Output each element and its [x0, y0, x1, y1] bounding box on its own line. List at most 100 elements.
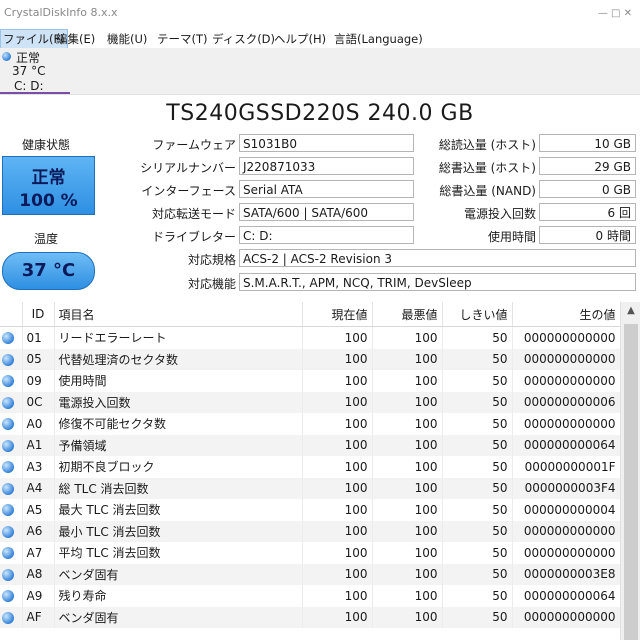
- table-row[interactable]: A8 ベンダ固有 100 100 50 0000000003E8: [0, 563, 621, 585]
- status-dot-icon: [0, 326, 23, 349]
- attr-id: A7: [22, 542, 55, 564]
- col-header-worst[interactable]: 最悪値: [372, 302, 443, 327]
- attr-current: 100: [302, 413, 373, 435]
- attr-name: 残り寿命: [54, 585, 303, 607]
- table-row[interactable]: A3 初期不良ブロック 100 100 50 00000000001F: [0, 456, 621, 478]
- table-row[interactable]: AF ベンダ固有 100 100 50 000000000000: [0, 606, 621, 628]
- col-header-id[interactable]: ID: [22, 302, 55, 327]
- power-hours-value: 0 時間: [539, 226, 636, 244]
- host-reads-label: 総読込量 (ホスト): [438, 138, 536, 152]
- nand-writes-label: 総書込量 (NAND): [439, 184, 536, 198]
- table-row[interactable]: A0 修復不可能セクタ数 100 100 50 000000000000: [0, 413, 621, 435]
- scroll-thumb[interactable]: [624, 324, 638, 640]
- table-row[interactable]: A4 総 TLC 消去回数 100 100 50 0000000003F4: [0, 477, 621, 499]
- attr-name: 予備領域: [54, 434, 303, 456]
- attr-name: 電源投入回数: [54, 391, 303, 413]
- drive-letter-label: ドライブレター: [151, 230, 236, 244]
- col-header-status[interactable]: [0, 302, 23, 327]
- health-label: 健康状態: [21, 138, 70, 152]
- attr-name: 平均 TLC 消去回数: [54, 542, 303, 564]
- attr-current: 100: [302, 391, 373, 413]
- attr-threshold: 50: [442, 348, 513, 370]
- menu-help[interactable]: ヘルプ(H): [274, 31, 326, 47]
- col-header-raw[interactable]: 生の値: [512, 302, 621, 327]
- table-row[interactable]: A5 最大 TLC 消去回数 100 100 50 000000000004: [0, 499, 621, 521]
- health-percent: 100 %: [19, 191, 78, 211]
- serial-label: シリアルナンバー: [140, 161, 236, 175]
- attr-threshold: 50: [442, 456, 513, 478]
- smart-table[interactable]: ID 項目名 現在値 最悪値 しきい値 生の値 01 リードエラーレート 100 10…: [0, 302, 640, 640]
- status-dot-icon: [0, 542, 23, 564]
- interface-value: Serial ATA: [239, 180, 414, 198]
- menu-function[interactable]: 機能(U): [107, 31, 147, 47]
- table-row[interactable]: A9 残り寿命 100 100 50 000000000064: [0, 585, 621, 607]
- scroll-up-icon[interactable]: ▲: [621, 305, 640, 316]
- nand-writes-value: 0 GB: [539, 180, 636, 198]
- menu-disk[interactable]: ディスク(D): [212, 31, 275, 47]
- col-header-attribute[interactable]: 項目名: [54, 302, 303, 327]
- menu-theme[interactable]: テーマ(T): [157, 31, 208, 47]
- attr-id: 05: [22, 348, 55, 370]
- table-row[interactable]: 01 リードエラーレート 100 100 50 000000000000: [0, 326, 621, 349]
- table-row[interactable]: 0C 電源投入回数 100 100 50 000000000006: [0, 391, 621, 413]
- attr-worst: 100: [372, 456, 443, 478]
- attr-current: 100: [302, 370, 373, 392]
- drive-bar: 正常 37 °C C: D:: [0, 48, 640, 95]
- attr-current: 100: [302, 456, 373, 478]
- attr-current: 100: [302, 606, 373, 628]
- attr-threshold: 50: [442, 520, 513, 542]
- window-controls[interactable]: — □ ✕: [598, 8, 632, 19]
- col-header-threshold[interactable]: しきい値: [442, 302, 513, 327]
- table-row[interactable]: 05 代替処理済のセクタ数 100 100 50 000000000000: [0, 348, 621, 370]
- features-label: 対応機能: [187, 277, 236, 291]
- menu-edit[interactable]: 編集(E): [56, 31, 95, 47]
- attr-threshold: 50: [442, 434, 513, 456]
- attr-id: 0C: [22, 391, 55, 413]
- drive-model-title: TS240GSSD220S 240.0 GB: [166, 101, 474, 126]
- smart-header-row: ID 項目名 現在値 最悪値 しきい値 生の値: [0, 302, 621, 327]
- attr-name: 修復不可能セクタ数: [54, 413, 303, 435]
- table-row[interactable]: 09 使用時間 100 100 50 000000000000: [0, 370, 621, 392]
- interface-label: インターフェース: [141, 184, 236, 198]
- attr-name: リードエラーレート: [54, 326, 303, 349]
- status-dot-icon: [0, 391, 23, 413]
- attr-worst: 100: [372, 477, 443, 499]
- firmware-label: ファームウェア: [152, 138, 236, 152]
- attr-worst: 100: [372, 348, 443, 370]
- attr-worst: 100: [372, 391, 443, 413]
- power-count-label: 電源投入回数: [463, 207, 536, 221]
- status-dot-icon: [0, 499, 23, 521]
- attr-id: 01: [22, 326, 55, 349]
- attr-raw: 000000000064: [512, 434, 621, 456]
- table-row[interactable]: A7 平均 TLC 消去回数 100 100 50 000000000000: [0, 542, 621, 564]
- drive-tab-letters: C: D:: [14, 79, 44, 93]
- table-row[interactable]: A6 最小 TLC 消去回数 100 100 50 000000000000: [0, 520, 621, 542]
- drive-letter-value: C: D:: [239, 226, 414, 244]
- attr-worst: 100: [372, 413, 443, 435]
- attr-raw: 000000000006: [512, 391, 621, 413]
- attr-id: A3: [22, 456, 55, 478]
- col-header-current[interactable]: 現在値: [302, 302, 373, 327]
- smart-scrollbar[interactable]: ▲: [620, 302, 640, 640]
- attr-name: 総 TLC 消去回数: [54, 477, 303, 499]
- attr-name: 代替処理済のセクタ数: [54, 348, 303, 370]
- menu-bar: ファイル(F) 編集(E) 機能(U) テーマ(T) ディスク(D) ヘルプ(H…: [0, 28, 640, 49]
- status-dot-icon: [0, 456, 23, 478]
- serial-value: J220871033: [239, 157, 414, 175]
- attr-raw: 000000000000: [512, 370, 621, 392]
- temperature-box[interactable]: 37 °C: [2, 252, 95, 290]
- attr-threshold: 50: [442, 326, 513, 349]
- menu-language[interactable]: 言語(Language): [334, 31, 423, 47]
- attr-raw: 0000000003E8: [512, 563, 621, 585]
- health-status-box[interactable]: 正常 100 %: [2, 156, 95, 215]
- table-row[interactable]: A1 予備領域 100 100 50 000000000064: [0, 434, 621, 456]
- firmware-value: S1031B0: [239, 134, 414, 152]
- attr-id: A4: [22, 477, 55, 499]
- status-dot-icon: [0, 563, 23, 585]
- attr-name: 使用時間: [54, 370, 303, 392]
- attr-current: 100: [302, 477, 373, 499]
- drive-tab[interactable]: 正常 37 °C C: D:: [0, 48, 70, 94]
- attr-worst: 100: [372, 326, 443, 349]
- attr-raw: 00000000001F: [512, 456, 621, 478]
- status-dot-icon: [0, 606, 23, 628]
